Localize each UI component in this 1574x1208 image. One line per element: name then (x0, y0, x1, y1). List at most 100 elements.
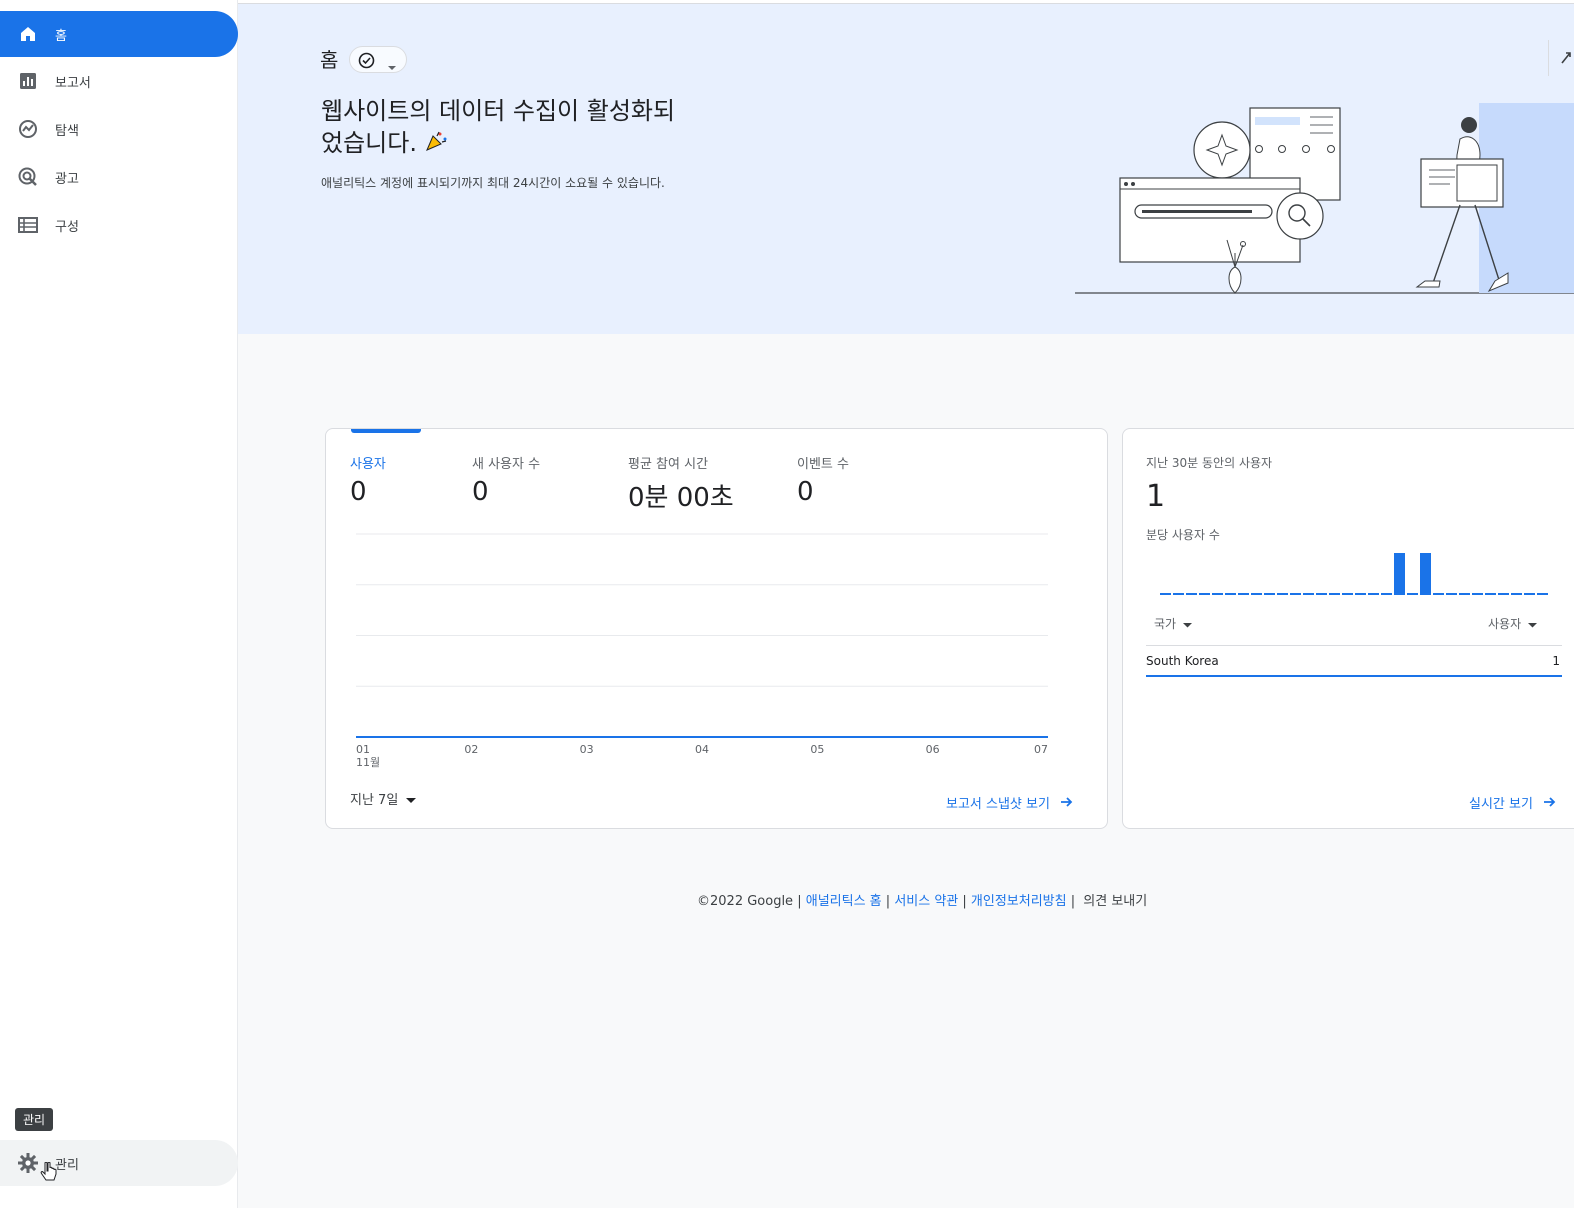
footer-separator: | (885, 894, 891, 909)
metric-value: 0 (797, 477, 814, 507)
footer-link-analytics-home[interactable]: 애널리틱스 홈 (806, 894, 882, 909)
x-tick-label: 07 (1034, 743, 1048, 756)
metric-new-users[interactable]: 새 사용자 수 0 (472, 453, 540, 507)
country-cell: South Korea (1146, 654, 1219, 668)
per-minute-bar (1511, 593, 1522, 595)
sidebar-item-label: 탐색 (55, 123, 79, 139)
footer-link-terms[interactable]: 서비스 약관 (894, 894, 958, 909)
date-range-label: 지난 7일 (350, 793, 399, 808)
per-minute-bar (1355, 593, 1366, 595)
per-minute-bar (1186, 593, 1197, 595)
users-cell: 1 (1552, 654, 1560, 668)
footer: ©2022 Google | 애널리틱스 홈 | 서비스 약관 | 개인정보처리… (697, 890, 1147, 909)
per-minute-bar (1498, 593, 1509, 595)
realtime-title: 지난 30분 동안의 사용자 (1146, 456, 1273, 470)
sidebar-item-reports[interactable]: 보고서 (0, 58, 238, 104)
per-minute-bar (1381, 593, 1392, 595)
sidebar-item-admin[interactable]: 관리 (0, 1140, 238, 1186)
per-minute-bar (1264, 593, 1275, 595)
per-minute-bar (1212, 593, 1223, 595)
date-range-dropdown[interactable]: 지난 7일 (350, 789, 417, 808)
arrow-right-icon (1543, 796, 1556, 812)
footer-separator: | (797, 894, 802, 909)
sidebar-item-home[interactable]: 홈 (0, 11, 238, 57)
overview-card: 사용자 0 새 사용자 수 0 평균 참여 시간 0분 00초 이벤트 수 0 … (325, 428, 1108, 829)
metric-events[interactable]: 이벤트 수 0 (797, 453, 849, 507)
per-minute-bar (1303, 593, 1314, 595)
explore-icon (17, 118, 39, 140)
hero-subtext: 애널리틱스 계정에 표시되기까지 최대 24시간이 소요될 수 있습니다. (321, 176, 665, 190)
sidebar-item-configure[interactable]: 구성 (0, 202, 238, 248)
x-tick-label: 04 (695, 743, 709, 756)
realtime-card: 지난 30분 동안의 사용자 1 분당 사용자 수 국가 사용자 South K… (1122, 428, 1574, 829)
sidebar-item-label: 구성 (55, 219, 79, 235)
metric-users[interactable]: 사용자 0 (350, 453, 386, 507)
metric-value: 0분 00초 (628, 483, 734, 513)
column-label: 국가 (1154, 617, 1177, 631)
send-feedback-link[interactable]: 의견 보내기 (1083, 894, 1147, 909)
headline-line2: 었습니다. (321, 129, 417, 157)
x-tick-label: 01 (356, 743, 370, 756)
sidebar-item-advertising[interactable]: 광고 (0, 154, 238, 200)
sidebar-item-label: 홈 (55, 28, 67, 44)
per-minute-bar (1472, 593, 1483, 595)
per-minute-bar (1316, 593, 1327, 595)
per-minute-bar (1173, 593, 1184, 595)
sidebar-item-label: 보고서 (55, 75, 91, 91)
caret-down-icon (406, 793, 417, 808)
party-popper-icon (425, 128, 449, 160)
per-minute-bar (1342, 593, 1353, 595)
per-minute-label: 분당 사용자 수 (1146, 528, 1220, 542)
home-icon (17, 23, 39, 45)
view-snapshot-link[interactable]: 보고서 스냅샷 보기 (946, 793, 1073, 812)
sidebar-item-label: 관리 (55, 1157, 79, 1173)
sidebar-item-label: 광고 (55, 171, 79, 187)
x-month-label: 11월 (356, 756, 380, 769)
metric-label: 이벤트 수 (797, 457, 849, 472)
footer-link-privacy[interactable]: 개인정보처리방침 (971, 894, 1067, 909)
per-minute-bar (1329, 593, 1340, 595)
sidebar-item-explore[interactable]: 탐색 (0, 106, 238, 152)
per-minute-bar (1420, 553, 1431, 595)
footer-separator: | (1070, 894, 1076, 909)
footer-separator: | (962, 894, 967, 909)
arrow-right-icon (1060, 796, 1073, 812)
expand-icon (1560, 50, 1572, 69)
table-row[interactable]: South Korea 1 (1146, 645, 1562, 677)
chevron-down-icon (387, 56, 397, 75)
column-label: 사용자 (1488, 617, 1522, 631)
x-tick-label: 05 (810, 743, 824, 756)
per-minute-bar (1160, 593, 1171, 595)
x-tick-label: 02 (464, 743, 478, 756)
per-minute-bar (1459, 593, 1470, 595)
check-circle-icon (358, 52, 375, 73)
metric-label: 새 사용자 수 (472, 457, 541, 472)
per-minute-bar (1537, 593, 1548, 595)
view-realtime-link[interactable]: 실시간 보기 (1469, 793, 1556, 812)
page-title: 홈 (320, 48, 339, 72)
metric-value: 0 (472, 477, 489, 507)
panel-toggle[interactable] (1548, 40, 1574, 76)
per-minute-bar (1433, 593, 1444, 595)
per-minute-bar (1407, 593, 1418, 595)
per-minute-bar (1277, 593, 1288, 595)
per-minute-bar (1485, 593, 1496, 595)
admin-tooltip: 관리 (15, 1108, 54, 1131)
copyright: ©2022 Google (697, 894, 794, 909)
x-tick-label: 06 (926, 743, 940, 756)
status-dropdown[interactable] (349, 46, 407, 73)
metric-label: 사용자 (350, 457, 386, 472)
headline: 웹사이트의 데이터 수집이 활성화되 었습니다. (321, 95, 721, 160)
snapshot-link-label: 보고서 스냅샷 보기 (946, 797, 1050, 812)
metric-avg-engagement[interactable]: 평균 참여 시간 0분 00초 (628, 453, 734, 514)
hero-illustration (1075, 95, 1574, 304)
users-line-chart: 01 02 03 04 05 06 07 11월 (356, 533, 1048, 769)
country-column-header[interactable]: 국가 (1154, 615, 1192, 632)
x-tick-label: 03 (580, 743, 594, 756)
metric-value: 0 (350, 477, 367, 507)
realtime-link-label: 실시간 보기 (1469, 797, 1533, 812)
per-minute-bar (1238, 593, 1249, 595)
users-column-header[interactable]: 사용자 (1488, 615, 1537, 632)
per-minute-bar (1394, 553, 1405, 595)
reports-icon (17, 70, 39, 92)
